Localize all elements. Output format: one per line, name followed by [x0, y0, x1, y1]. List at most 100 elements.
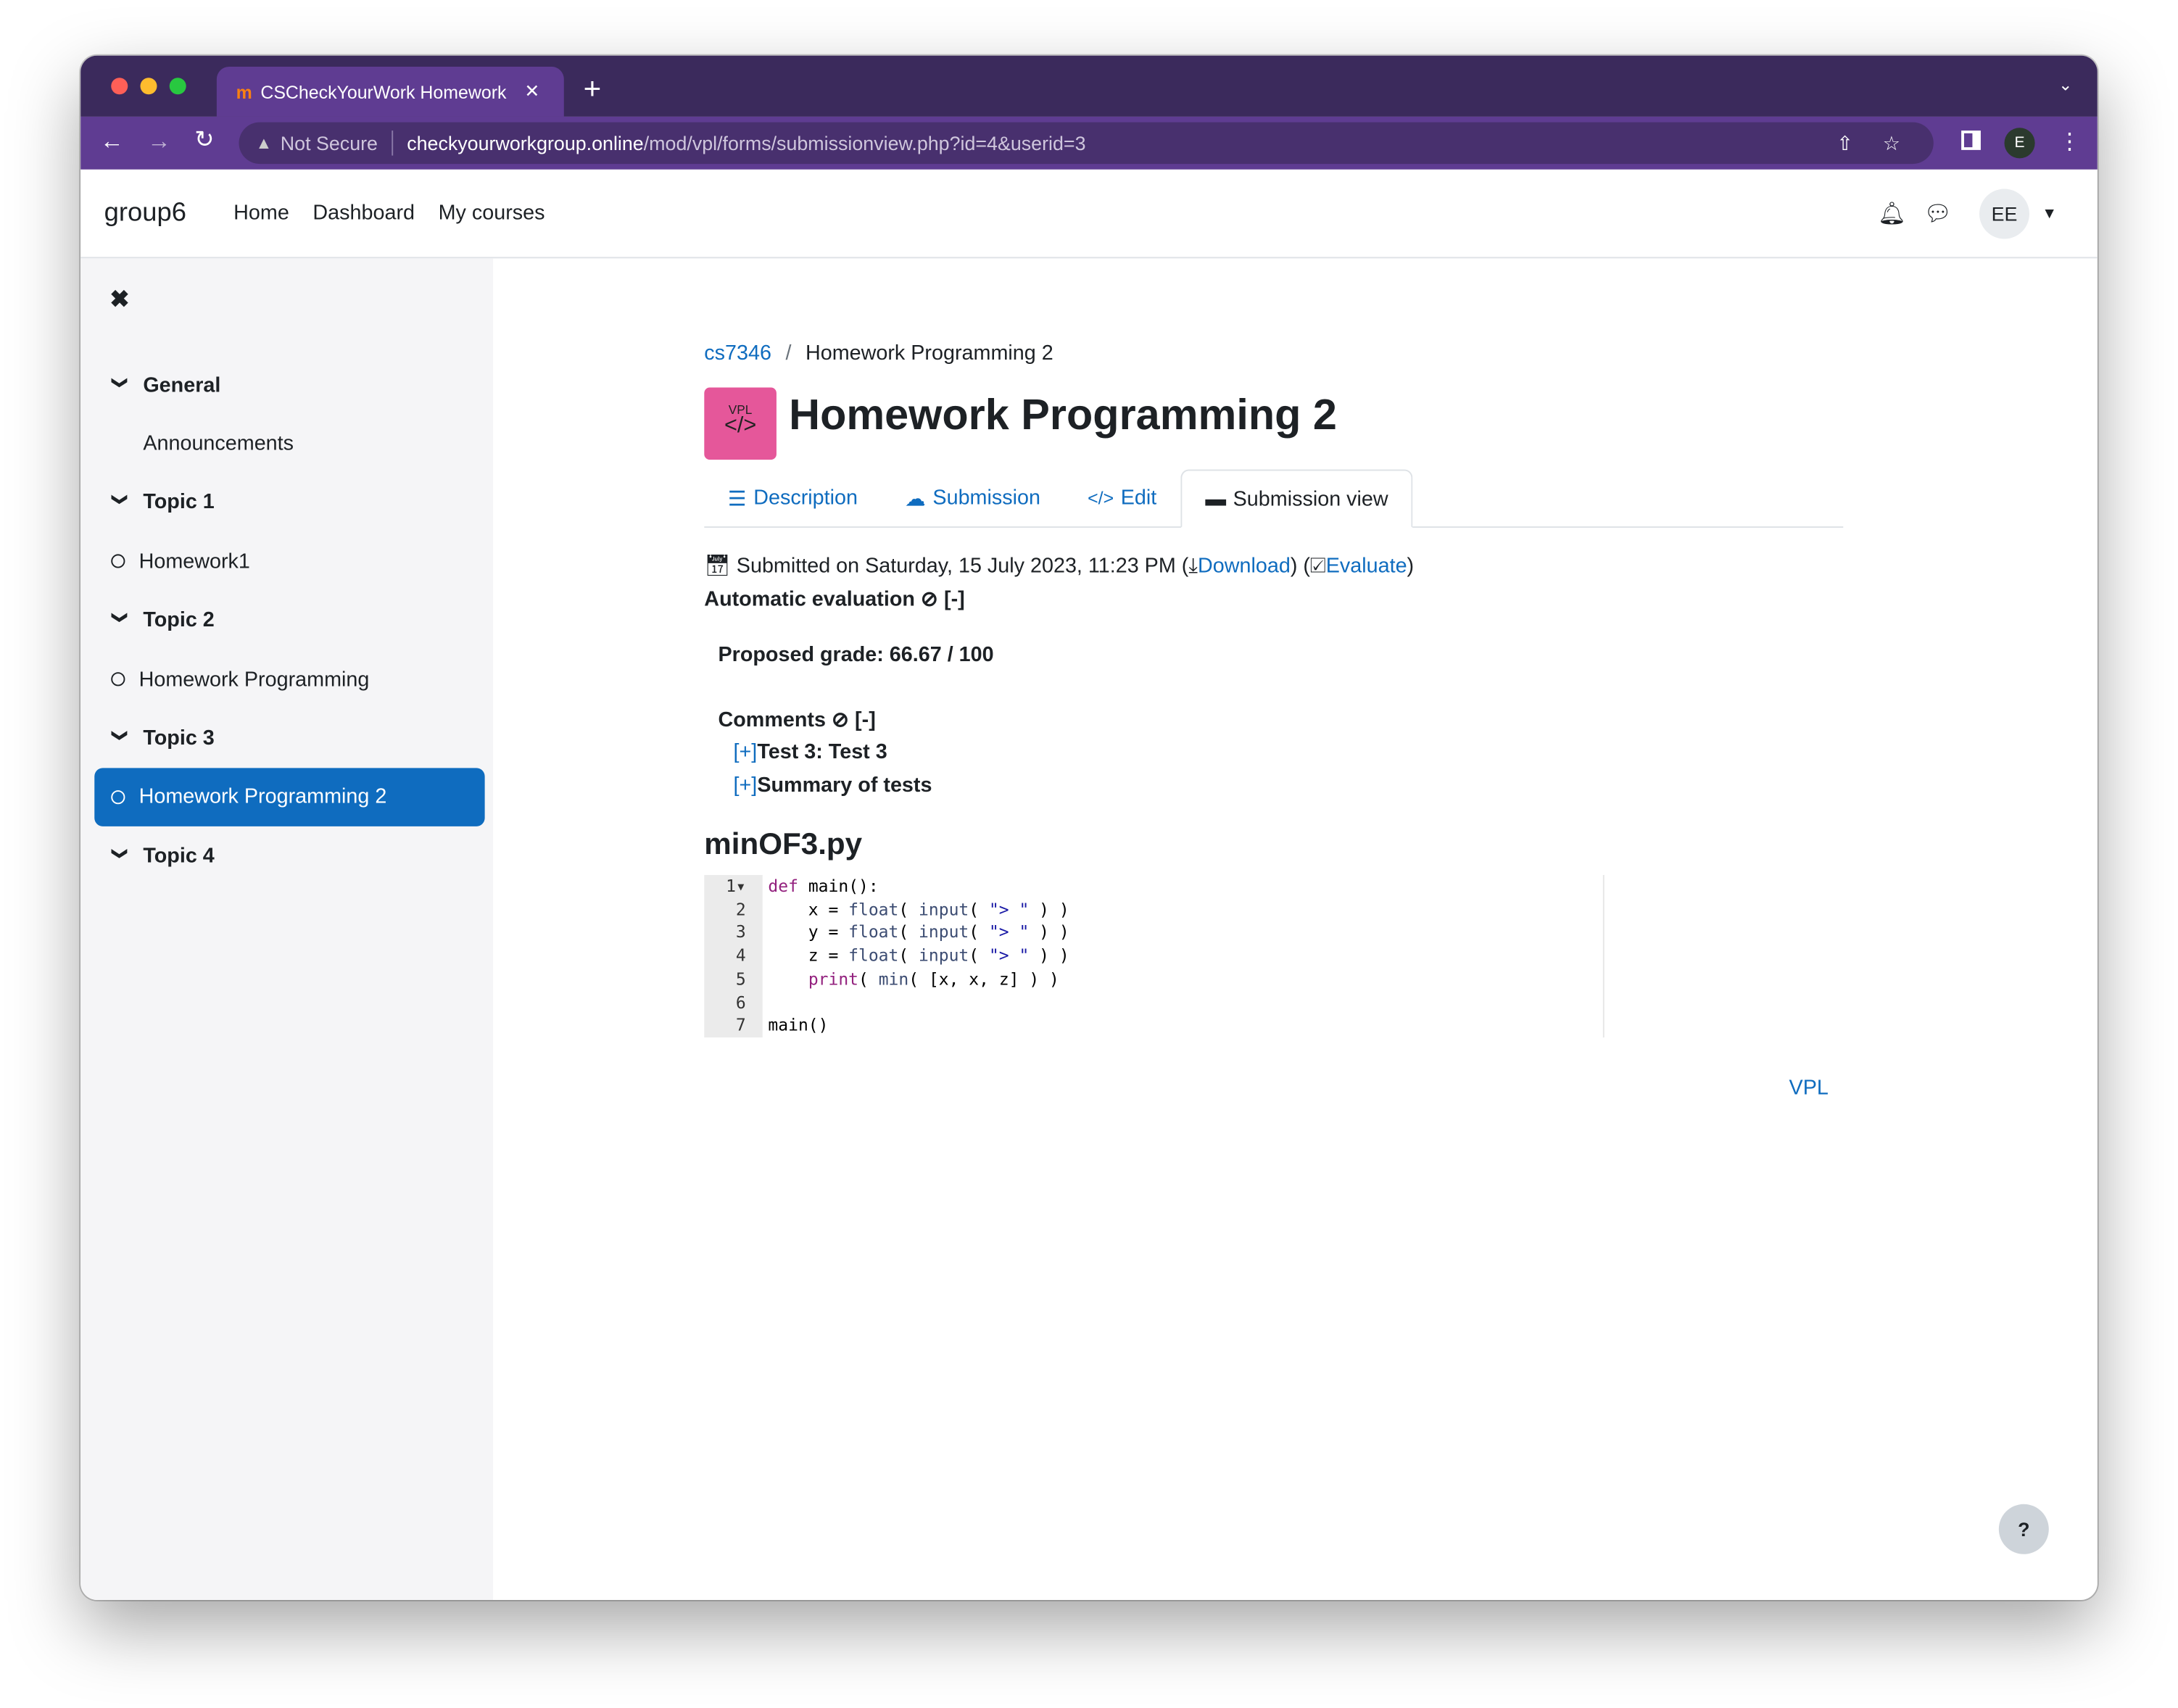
comment-label: Summary of tests — [757, 774, 932, 797]
comments-heading[interactable]: Comments ⊘ [-] — [718, 707, 876, 732]
side-panel-icon[interactable] — [1961, 130, 1981, 150]
nav-dashboard[interactable]: Dashboard — [312, 202, 415, 225]
paren-text: ) — [1407, 554, 1415, 578]
chevron-down-icon: ❯ — [111, 847, 128, 860]
new-tab-icon[interactable]: + — [584, 71, 602, 107]
bookmark-star-icon[interactable]: ☆ — [1883, 131, 1900, 155]
comment-item[interactable]: [+]Summary of tests — [734, 774, 932, 797]
nav-my-courses[interactable]: My courses — [439, 202, 545, 225]
automatic-evaluation-heading[interactable]: Automatic evaluation ⊘ [-] — [704, 586, 965, 611]
tab-submission[interactable]: ☁ Submission — [882, 470, 1064, 527]
check-square-icon: ☑ — [1310, 554, 1326, 578]
auto-eval-toggle[interactable]: [-] — [944, 587, 965, 611]
menu-kebab-icon[interactable]: ⋮ — [2058, 128, 2081, 155]
chevron-down-icon: ❯ — [111, 376, 128, 389]
code-line: def main(): — [768, 876, 879, 896]
site-name[interactable]: group6 — [104, 198, 186, 228]
moodle-favicon-icon: m — [236, 81, 252, 102]
comments-label: Comments — [718, 708, 826, 732]
tab-description[interactable]: ☰ Description — [704, 470, 881, 527]
vpl-footer-link[interactable]: VPL — [1789, 1077, 1829, 1100]
auto-eval-label: Automatic evaluation — [704, 587, 915, 611]
share-icon[interactable]: ⇧ — [1837, 131, 1852, 155]
messages-icon[interactable]: 💬︎ — [1924, 199, 1952, 227]
user-avatar[interactable]: EE — [1979, 188, 2029, 239]
code-lines: def main(): x = float( input( "> " ) ) y… — [768, 875, 1069, 1037]
back-icon[interactable]: ← — [100, 128, 124, 155]
tab-list-chevron-icon[interactable]: ⌄ — [2058, 75, 2072, 94]
nav-home[interactable]: Home — [233, 202, 289, 225]
comment-label: Test 3: Test 3 — [757, 740, 887, 764]
browser-tab[interactable]: m CSCheckYourWork Homework ✕ — [216, 66, 564, 117]
expand-toggle[interactable]: [+] — [734, 774, 758, 797]
sidebar-item-label: Topic 3 — [143, 726, 215, 750]
sidebar-item[interactable]: Homework1 — [94, 532, 484, 590]
close-drawer-icon[interactable]: ✖ — [109, 286, 129, 314]
sidebar-item[interactable]: Homework Programming — [94, 650, 484, 708]
chevron-down-icon: ❯ — [111, 611, 128, 624]
comments-toggle[interactable]: [-] — [855, 708, 876, 732]
list-icon: ☰ — [727, 486, 747, 511]
sidebar-item[interactable]: ❯ Topic 1 — [94, 473, 484, 531]
download-link[interactable]: Download — [1198, 554, 1291, 578]
profile-avatar[interactable]: E — [2004, 128, 2035, 159]
sidebar-item-label: General — [143, 373, 221, 397]
notifications-bell-icon[interactable]: 🔔︎ — [1878, 199, 1906, 227]
divider — [392, 130, 394, 156]
line-number-gutter: 1▾ 2 3 4 5 6 7 — [704, 874, 763, 1038]
sidebar-item-label: Announcements — [143, 431, 294, 456]
warning-icon: ▲ — [255, 133, 273, 153]
breadcrumb-course-link[interactable]: cs7346 — [704, 341, 771, 365]
forward-icon[interactable]: → — [147, 128, 171, 155]
page-title: Homework Programming 2 — [789, 390, 1337, 439]
download-icon: ⤓ — [1188, 554, 1198, 578]
close-tab-icon[interactable]: ✕ — [524, 80, 539, 103]
maximize-window-button[interactable] — [169, 78, 186, 95]
comment-item[interactable]: [+]Test 3: Test 3 — [734, 740, 887, 764]
proposed-grade: Proposed grade: 66.67 / 100 — [718, 643, 994, 667]
tab-label: Edit — [1120, 486, 1157, 510]
code-icon: </> — [1088, 487, 1114, 509]
help-button[interactable]: ? — [1998, 1504, 2049, 1554]
browser-window: m CSCheckYourWork Homework ✕ + ⌄ ← → ↻ ▲… — [80, 55, 2098, 1601]
security-status[interactable]: Not Secure — [281, 132, 378, 154]
tab-edit[interactable]: </> Edit — [1064, 470, 1180, 527]
circle-icon — [111, 554, 125, 568]
address-bar[interactable]: ▲ Not Secure checkyourworkgroup.online/m… — [239, 122, 1934, 165]
url-path: /mod/vpl/forms/submissionview.php?id=4&u… — [643, 132, 1086, 154]
sidebar-item[interactable]: ❯ Topic 2 — [94, 591, 484, 649]
breadcrumb-current: Homework Programming 2 — [805, 341, 1053, 365]
tab-title: CSCheckYourWork Homework — [260, 81, 507, 102]
url-host: checkyourworkgroup.online — [407, 132, 644, 154]
user-menu-chevron-icon[interactable]: ▼ — [2042, 205, 2057, 222]
circle-icon — [111, 672, 125, 687]
sidebar-item[interactable]: Homework Programming 2 — [94, 768, 485, 826]
evaluate-link[interactable]: Evaluate — [1326, 554, 1407, 578]
reload-icon[interactable]: ↻ — [194, 126, 214, 154]
separator-text: ) ( — [1290, 554, 1311, 578]
tab-submission-view[interactable]: ▬ Submission view — [1180, 469, 1414, 528]
close-window-button[interactable] — [111, 78, 128, 95]
sidebar-item-label: Homework Programming 2 — [138, 784, 387, 809]
activity-tabs: ☰ Description ☁ Submission </> Edit ▬ Submis… — [704, 469, 1844, 528]
browser-toolbar: ← → ↻ ▲ Not Secure checkyourworkgroup.on… — [80, 116, 2098, 170]
sidebar-item[interactable]: ❯ Topic 3 — [94, 709, 484, 767]
vpl-activity-icon: VPL </> — [704, 387, 777, 460]
sidebar-item-label: Homework1 — [138, 550, 250, 573]
minimize-window-button[interactable] — [140, 78, 157, 95]
sidebar-item[interactable]: ❯ Topic 4 — [94, 826, 484, 884]
code-line: y = float( input( "> " ) ) — [768, 922, 1069, 942]
tab-bar: m CSCheckYourWork Homework ✕ + ⌄ — [80, 55, 2098, 117]
expand-toggle[interactable]: [+] — [734, 740, 758, 764]
chevron-down-icon: ❯ — [111, 493, 128, 507]
submitted-date: Submitted on Saturday, 15 July 2023, 11:… — [736, 554, 1189, 578]
sidebar-item-label: Topic 4 — [143, 844, 215, 868]
sidebar-item[interactable]: Announcements — [94, 415, 484, 473]
sidebar-item-label: Topic 2 — [143, 608, 215, 632]
breadcrumb: cs7346 / Homework Programming 2 — [704, 341, 1053, 365]
archive-icon: ▬ — [1205, 486, 1227, 511]
code-viewer[interactable]: 1▾ 2 3 4 5 6 7 def main(): x = float( input( "… — [704, 874, 1604, 1038]
code-line: x = float( input( "> " ) ) — [768, 899, 1069, 919]
sidebar-item[interactable]: ❯ General — [94, 355, 484, 413]
